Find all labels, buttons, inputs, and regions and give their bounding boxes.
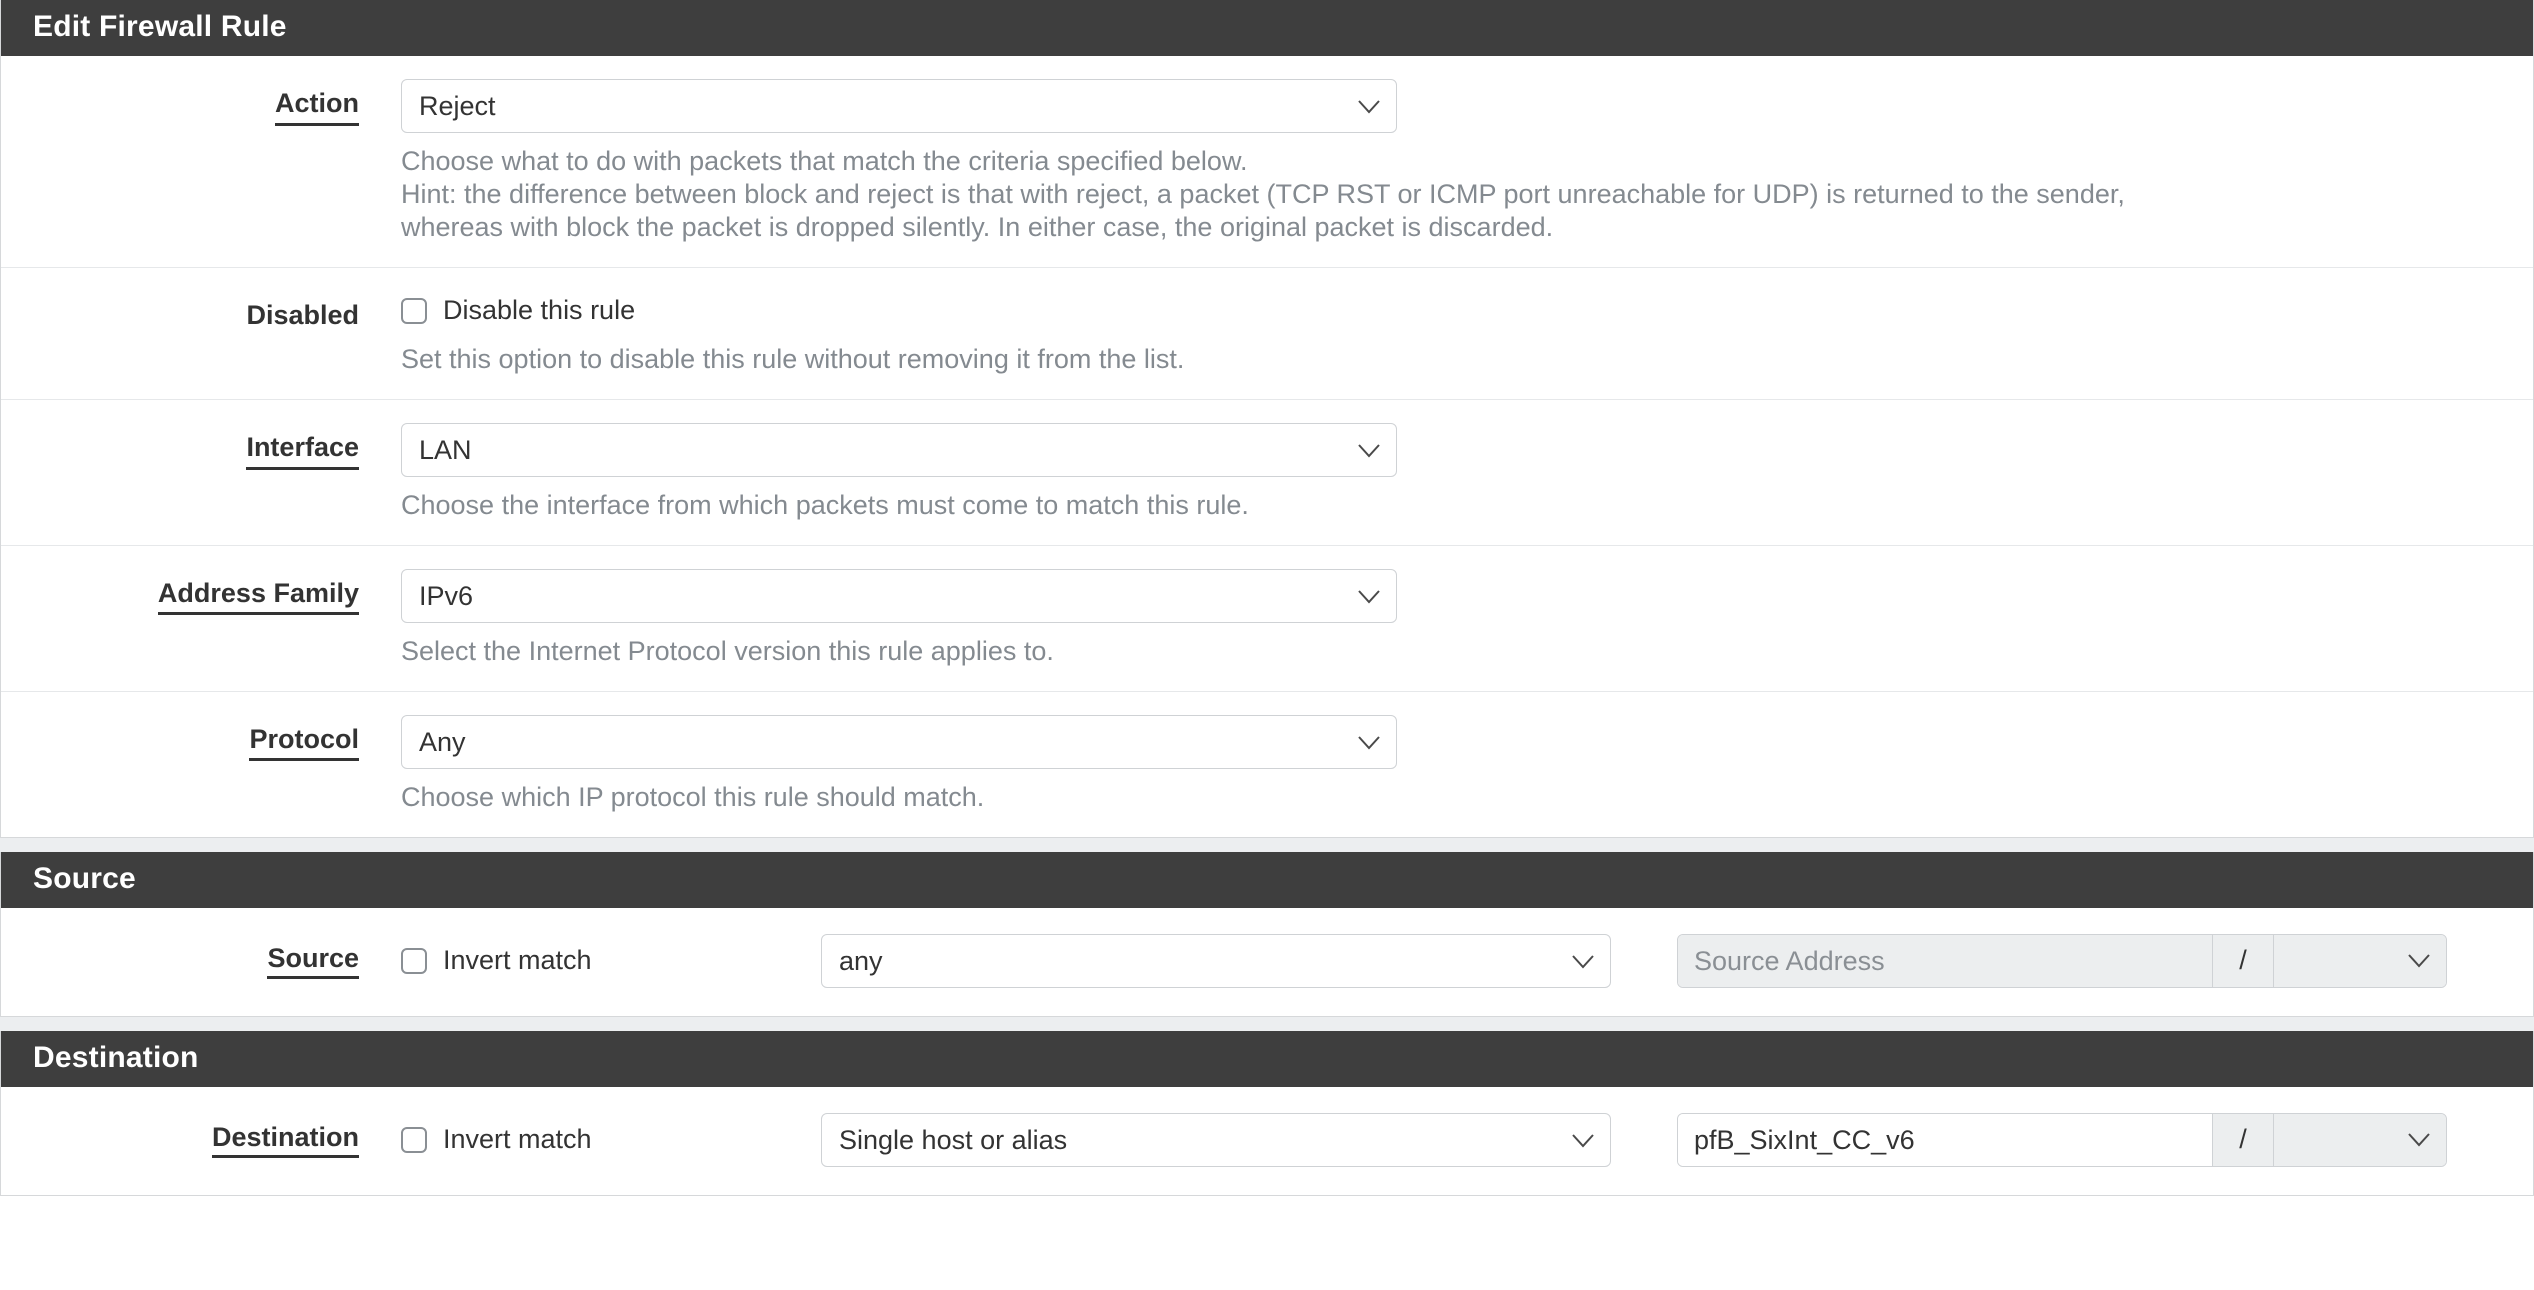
chevron-down-icon xyxy=(1358,80,1380,132)
destination-heading: Destination xyxy=(1,1030,2533,1087)
address-family-label: Address Family xyxy=(1,569,401,616)
firewall-rule-edit-page: Edit Firewall Rule Action Reject Choose … xyxy=(0,0,2534,1196)
source-address-slash-separator: / xyxy=(2212,934,2274,987)
source-invert-match-row[interactable]: Invert match xyxy=(401,945,821,976)
action-label-text: Action xyxy=(275,87,359,126)
destination-address-slash-separator: / xyxy=(2212,1113,2274,1166)
action-label: Action xyxy=(1,79,401,126)
form-row-action: Action Reject Choose what to do with pac… xyxy=(1,56,2533,268)
interface-field-group: LAN Choose the interface from which pack… xyxy=(401,422,2533,522)
source-address-input[interactable] xyxy=(1678,934,2212,987)
source-invert-match-checkbox[interactable] xyxy=(401,947,427,974)
interface-label: Interface xyxy=(1,423,401,470)
action-select[interactable]: Reject xyxy=(401,79,1397,133)
chevron-down-icon xyxy=(2408,953,2430,968)
form-row-interface: Interface LAN Choose the interface from … xyxy=(1,400,2533,546)
interface-label-text: Interface xyxy=(246,431,359,470)
destination-address-group: / xyxy=(1677,1112,2447,1167)
form-row-address-family: Address Family IPv6 Select the Internet … xyxy=(1,546,2533,692)
chevron-down-icon xyxy=(1358,424,1380,476)
disabled-label: Disabled xyxy=(1,291,401,333)
destination-body: Destination Invert match Single host or … xyxy=(1,1087,2533,1195)
form-row-protocol: Protocol Any Choose which IP protocol th… xyxy=(1,692,2533,837)
disabled-help: Set this option to disable this rule wit… xyxy=(401,343,1185,374)
address-family-label-text: Address Family xyxy=(157,577,359,616)
destination-label: Destination xyxy=(1,1122,401,1158)
protocol-help: Choose which IP protocol this rule shoul… xyxy=(401,781,985,812)
chevron-down-icon xyxy=(2408,1132,2430,1147)
interface-select-value: LAN xyxy=(419,434,472,465)
destination-invert-match-label: Invert match xyxy=(443,1124,592,1155)
destination-panel: Destination Destination Invert match Sin… xyxy=(0,1030,2534,1196)
action-select-value: Reject xyxy=(419,91,496,121)
source-heading: Source xyxy=(1,851,2533,908)
chevron-down-icon xyxy=(1572,935,1594,987)
protocol-select[interactable]: Any xyxy=(401,714,1397,769)
action-field-group: Reject Choose what to do with packets th… xyxy=(401,79,2533,244)
source-body: Source Invert match any / xyxy=(1,908,2533,1016)
protocol-field-group: Any Choose which IP protocol this rule s… xyxy=(401,714,2533,814)
destination-type-select-value: Single host or alias xyxy=(839,1124,1068,1155)
destination-invert-match-row[interactable]: Invert match xyxy=(401,1124,821,1155)
disable-rule-checkbox-label: Disable this rule xyxy=(443,295,636,326)
destination-type-select[interactable]: Single host or alias xyxy=(821,1112,1611,1167)
edit-firewall-rule-panel: Edit Firewall Rule Action Reject Choose … xyxy=(0,0,2534,838)
disable-rule-checkbox[interactable] xyxy=(401,297,427,324)
action-help-line-2: Hint: the difference between block and r… xyxy=(401,178,2125,209)
disable-rule-checkbox-row[interactable]: Disable this rule xyxy=(401,291,2513,331)
interface-select[interactable]: LAN xyxy=(401,422,1397,477)
interface-help: Choose the interface from which packets … xyxy=(401,489,1249,520)
source-label: Source xyxy=(1,943,401,979)
source-row: Source Invert match any / xyxy=(1,908,2533,1016)
source-panel: Source Source Invert match any Source Ad… xyxy=(0,851,2534,1017)
edit-firewall-rule-heading: Edit Firewall Rule xyxy=(1,0,2533,56)
address-family-field-group: IPv6 Select the Internet Protocol versio… xyxy=(401,568,2533,668)
chevron-down-icon xyxy=(1572,1114,1594,1166)
destination-row: Destination Invert match Single host or … xyxy=(1,1087,2533,1195)
source-address-group: / xyxy=(1677,933,2447,988)
protocol-label: Protocol xyxy=(1,715,401,762)
address-family-select[interactable]: IPv6 xyxy=(401,568,1397,623)
source-type-select[interactable]: any xyxy=(821,933,1611,988)
action-help-line-3: whereas with block the packet is dropped… xyxy=(401,211,1554,242)
disabled-label-text: Disabled xyxy=(246,299,359,330)
destination-type-field: Single host or alias xyxy=(821,1112,1611,1167)
edit-firewall-rule-body: Action Reject Choose what to do with pac… xyxy=(1,56,2533,837)
protocol-select-value: Any xyxy=(419,726,466,757)
disabled-field-group: Disable this rule Set this option to dis… xyxy=(401,291,2533,376)
address-family-select-value: IPv6 xyxy=(419,580,474,611)
source-type-field: any xyxy=(821,933,1611,988)
source-cidr-select[interactable] xyxy=(2274,934,2446,987)
destination-address-input[interactable] xyxy=(1678,1113,2212,1166)
address-family-help: Select the Internet Protocol version thi… xyxy=(401,635,1054,666)
protocol-label-text: Protocol xyxy=(249,723,359,762)
destination-label-text: Destination xyxy=(211,1122,359,1158)
source-label-text: Source xyxy=(267,943,359,979)
chevron-down-icon xyxy=(1358,716,1380,768)
chevron-down-icon xyxy=(1358,570,1380,622)
destination-invert-match-checkbox[interactable] xyxy=(401,1126,427,1153)
action-help: Choose what to do with packets that matc… xyxy=(401,145,2481,244)
source-invert-match-label: Invert match xyxy=(443,945,592,976)
form-row-disabled: Disabled Disable this rule Set this opti… xyxy=(1,268,2533,400)
destination-cidr-select[interactable] xyxy=(2274,1113,2446,1166)
action-help-line-1: Choose what to do with packets that matc… xyxy=(401,146,1248,176)
source-type-select-value: any xyxy=(839,945,883,976)
